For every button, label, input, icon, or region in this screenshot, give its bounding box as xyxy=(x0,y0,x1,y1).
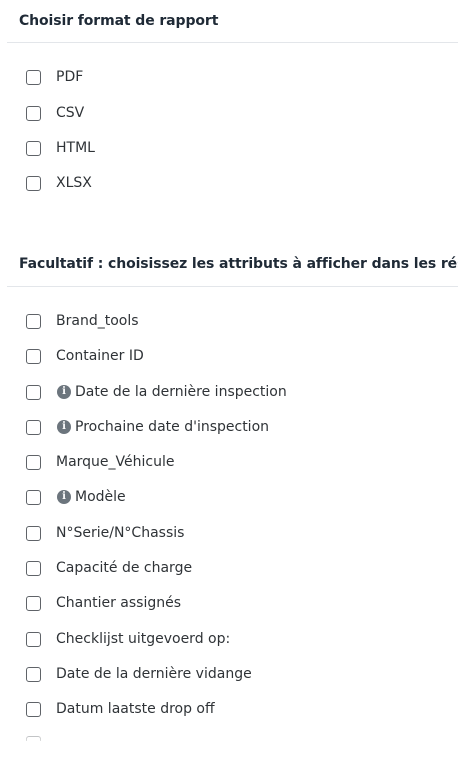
attribute-checkbox[interactable] xyxy=(26,701,41,717)
attribute-label: Chantier assignés xyxy=(56,595,182,611)
csv-checkbox[interactable] xyxy=(26,105,41,121)
pdf-checkbox[interactable] xyxy=(26,69,41,85)
attribute-checkbox[interactable] xyxy=(26,384,41,400)
info-circle-icon[interactable]: i xyxy=(57,385,71,399)
attribute-label: Date de la dernière inspection xyxy=(75,384,287,400)
attribute-option[interactable]: Checklijst uitgevoerd op: xyxy=(26,629,230,649)
info-circle-icon[interactable]: i xyxy=(57,420,71,434)
attribute-checkbox[interactable] xyxy=(26,454,41,470)
attribute-option[interactable]: Brand_tools xyxy=(26,311,139,331)
attribute-checkbox[interactable] xyxy=(26,313,41,329)
attribute-label: Datum laatste drop off xyxy=(56,701,215,717)
attribute-checkbox[interactable] xyxy=(26,489,41,505)
report-options-panel: Choisir format de rapport PDF CSV HTML X… xyxy=(0,0,458,762)
attribute-checkbox[interactable] xyxy=(26,595,41,611)
attribute-label: Modèle xyxy=(75,489,126,505)
attribute-label: Capacité de charge xyxy=(56,560,193,576)
attribute-option[interactable]: Date de la dernière vidange xyxy=(26,664,252,684)
format-option-label: XLSX xyxy=(56,175,92,191)
scroll-fade-overlay xyxy=(0,736,458,762)
attributes-section-title: Facultatif : choisissez les attributs à … xyxy=(19,256,458,272)
attribute-label: Prochaine date d'inspection xyxy=(75,419,270,435)
format-section-divider xyxy=(7,42,458,43)
attribute-label: Date de la dernière vidange xyxy=(56,666,252,682)
attribute-label: Container ID xyxy=(56,348,144,364)
format-option-label: CSV xyxy=(56,105,85,121)
attribute-label: N°Serie/N°Chassis xyxy=(56,525,185,541)
format-option-html[interactable]: HTML xyxy=(26,138,95,158)
attribute-option[interactable]: Capacité de charge xyxy=(26,558,192,578)
attribute-label: Marque_Véhicule xyxy=(56,454,175,470)
attribute-option[interactable]: Datum laatste drop off xyxy=(26,699,215,719)
xlsx-checkbox[interactable] xyxy=(26,175,41,191)
format-section-title: Choisir format de rapport xyxy=(19,13,219,29)
attribute-checkbox[interactable] xyxy=(26,525,41,541)
format-option-label: HTML xyxy=(56,140,95,156)
attribute-option[interactable]: Container ID xyxy=(26,346,144,366)
format-option-csv[interactable]: CSV xyxy=(26,103,84,123)
attribute-label: Brand_tools xyxy=(56,313,139,329)
format-option-label: PDF xyxy=(56,69,84,85)
attribute-checkbox[interactable] xyxy=(26,348,41,364)
format-option-xlsx[interactable]: XLSX xyxy=(26,173,92,193)
attribute-checkbox[interactable] xyxy=(26,560,41,576)
attribute-option[interactable]: i Date de la dernière inspection xyxy=(26,382,287,402)
html-checkbox[interactable] xyxy=(26,140,41,156)
attribute-checkbox[interactable] xyxy=(26,666,41,682)
attribute-label: Checklijst uitgevoerd op: xyxy=(56,631,231,647)
info-circle-icon[interactable]: i xyxy=(57,490,71,504)
format-option-pdf[interactable]: PDF xyxy=(26,67,83,87)
attributes-section-divider xyxy=(7,286,458,287)
attribute-option[interactable]: N°Serie/N°Chassis xyxy=(26,523,184,543)
attribute-option[interactable]: Marque_Véhicule xyxy=(26,452,174,472)
attribute-checkbox[interactable] xyxy=(26,631,41,647)
attribute-option[interactable]: i Prochaine date d'inspection xyxy=(26,417,269,437)
attribute-checkbox[interactable] xyxy=(26,419,41,435)
attribute-option[interactable]: i Modèle xyxy=(26,487,126,507)
attribute-option[interactable]: Chantier assignés xyxy=(26,593,181,613)
